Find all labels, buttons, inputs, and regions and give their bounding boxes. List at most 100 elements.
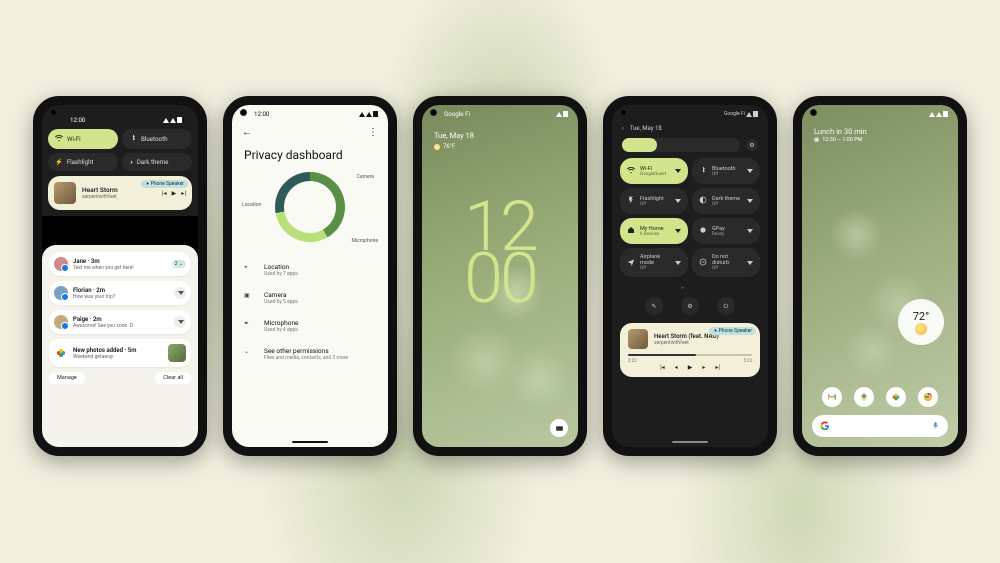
event-time: 12:30 – 1:00 PM [822,137,862,143]
dark-icon [699,196,707,206]
search-bar[interactable] [812,415,948,437]
notif-item[interactable]: Florian · 2m How was your trip? [49,281,191,305]
app-photos[interactable] [886,387,906,407]
qs-tile-wi-fi[interactable]: Wi-FiGoogleGuest [620,158,688,184]
status-icons [163,117,182,123]
mic-icon[interactable] [931,421,940,432]
power-icon[interactable]: ⏻ [717,297,735,315]
perm-item-location[interactable]: ⌖ LocationUsed by 7 apps [244,256,376,284]
temp-label: 76°F [443,143,455,150]
weather-widget[interactable]: 72° [898,299,944,345]
status-time: 12:00 [254,110,269,118]
qs-tile-airplane-mode[interactable]: Airplane modeOff [620,248,688,277]
play-icon[interactable]: ▶ [172,189,177,197]
notif-name: Florian [73,287,92,294]
chevron-down-icon [675,229,681,233]
media-progress[interactable] [628,354,752,356]
qs-darktheme[interactable]: ◑ Dark theme [122,153,192,171]
chevron-icon[interactable]: ‹ [622,125,624,132]
media-card[interactable]: 🕩 Phone Speaker Heart Storm serpentwithf… [48,176,192,210]
qs-bluetooth[interactable]: Bluetooth [122,129,192,149]
qs-wifi[interactable]: Wi-Fi [48,129,118,149]
qs-tile-flashlight[interactable]: FlashlightOff [620,188,688,214]
perm-item-microphone[interactable]: ⏷ MicrophoneUsed by 4 apps [244,312,376,340]
expand-icon[interactable] [174,287,186,299]
tile-sub: Off [640,266,670,271]
qs-tile-dark-theme[interactable]: Dark themeOff [692,188,760,214]
mic-icon: ⏷ [244,319,254,333]
notif-msg: Awesome! See you soon :D [73,323,169,329]
notif-time: 3m [91,258,100,265]
chevron-down-icon [747,261,753,265]
donut-label-top: Past [305,200,315,206]
notif-item[interactable]: Jane · 3m Text me when you get here! 2 ⌄ [49,252,191,276]
rewind-icon[interactable]: ◂ [675,364,678,371]
next-icon[interactable]: ▸| [181,189,186,197]
speaker-icon: 🕩 [713,328,716,334]
play-icon[interactable]: ▶ [688,364,693,371]
nav-pill[interactable] [292,441,328,443]
forward-icon[interactable]: ▸ [702,364,705,371]
notif-time: 5m [128,347,137,354]
expand-icon: ⌄ [244,347,254,361]
gpay-icon [699,226,707,236]
settings-icon[interactable]: ⚙ [681,297,699,315]
next-icon[interactable]: ▸| [715,364,719,371]
wifi-icon [55,134,63,144]
wallet-fab[interactable] [550,419,568,437]
output-badge[interactable]: 🕩 Phone Speaker [709,327,756,335]
weather-chip[interactable]: 76°F [434,143,455,150]
status-time: 12:00 [70,116,85,124]
qs-tile-do-not-disturb[interactable]: Do not disturbOff [692,248,760,277]
perm-title: Location [264,263,298,271]
qs-wifi-label: Wi-Fi [67,135,81,143]
gear-icon[interactable]: ⚙ [746,139,758,151]
perm-item-other[interactable]: ⌄ See other permissionsFiles and media, … [244,340,376,368]
more-icon[interactable]: ⋮ [368,127,378,138]
app-chrome[interactable] [918,387,938,407]
phone-lockscreen: Google Fi Tue, May 18 76°F 12 00 [413,96,587,456]
phone-showcase: 12:00 Wi-Fi Bluetooth [0,96,1000,456]
app-gmail[interactable] [822,387,842,407]
notif-item[interactable]: Paige · 2m Awesome! See you soon :D [49,310,191,334]
clear-all-button[interactable]: Clear all [155,372,191,384]
notif-name: New photos added [73,347,123,354]
brightness-slider[interactable] [622,138,740,152]
qs-tile-gpay[interactable]: GPayReady [692,218,760,244]
tile-sub: GoogleGuest [640,172,666,177]
chevron-down-icon [675,261,681,265]
dnd-icon [699,258,707,268]
at-a-glance[interactable]: Lunch in 30 min ▦12:30 – 1:00 PM [814,127,867,143]
notif-time: 2m [93,316,102,323]
perm-sub: Used by 4 apps [264,327,298,333]
google-icon [820,421,830,431]
flash-icon [627,196,635,206]
nav-pill[interactable] [672,441,708,443]
output-badge[interactable]: 🕩 Phone Speaker [141,180,188,188]
back-icon[interactable]: ← [242,127,252,138]
legend-camera: Camera [357,174,374,180]
chevron-down-icon [747,199,753,203]
chevron-down-icon [675,199,681,203]
media-card[interactable]: 🕩 Phone Speaker Heart Storm (feat. NAO) … [620,323,760,377]
app-maps[interactable] [854,387,874,407]
perm-title: Camera [264,291,298,299]
qs-flashlight[interactable]: ⚡ Flashlight [48,153,118,171]
notif-msg: Text me when you get here! [73,265,167,271]
album-art [54,182,76,204]
qs-tile-my-home[interactable]: My Home6 Devices [620,218,688,244]
notif-name: Paige [73,316,88,323]
qs-dark-label: Dark theme [137,158,169,166]
perm-item-camera[interactable]: ▣ CameraUsed by 5 apps [244,284,376,312]
manage-button[interactable]: Manage [49,372,85,384]
clock-widget: 12 00 [422,201,578,305]
prev-icon[interactable]: |◂ [660,364,664,371]
qs-tile-bluetooth[interactable]: BluetoothOff [692,158,760,184]
flashlight-icon: ⚡ [55,158,63,166]
edit-icon[interactable]: ✎ [645,297,663,315]
notif-photos[interactable]: New photos added · 5m Weekend getaway [49,339,191,367]
prev-icon[interactable]: |◂ [162,189,167,197]
total-time: 5:23 [743,359,752,364]
expand-icon[interactable] [174,316,186,328]
camera-punchhole [620,109,627,116]
